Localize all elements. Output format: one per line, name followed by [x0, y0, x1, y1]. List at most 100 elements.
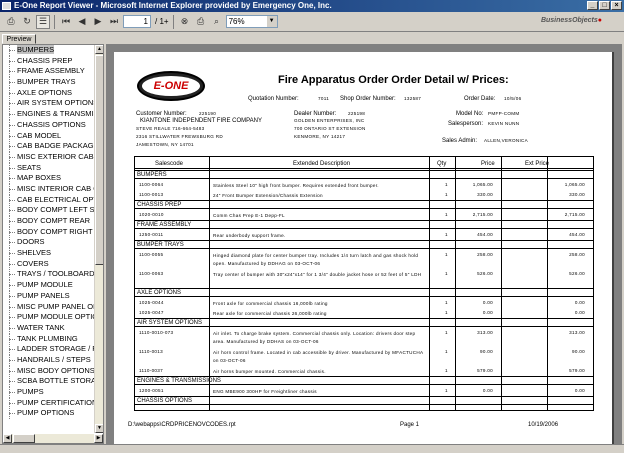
export-icon[interactable]: ⎙	[4, 15, 18, 29]
group-tree-item[interactable]: WATER TANK	[3, 322, 95, 334]
group-tree-item[interactable]: DOORS	[3, 237, 95, 249]
group-tree-item-label: PUMPS	[17, 387, 44, 396]
group-tree-item[interactable]: COVERS	[3, 258, 95, 270]
scroll-up-icon[interactable]: ▲	[95, 45, 103, 54]
table-section-header: BUMPERS	[135, 170, 593, 179]
table-row: 1100-0055 Hinged diamond plate for center…	[135, 250, 593, 269]
group-tree-hscrollbar[interactable]: ◀ ▶	[3, 434, 103, 443]
group-tree-item[interactable]: TRAYS / TOOLBOARDS	[3, 269, 95, 281]
shop-order-label: Shop Order Number:	[340, 96, 396, 102]
group-tree-item[interactable]: CAB ELECTRICAL OPT	[3, 194, 95, 206]
group-tree-item-label: MISC EXTERIOR CAB C	[17, 151, 95, 161]
group-tree-item[interactable]: CAB MODEL	[3, 130, 95, 142]
group-tree-item[interactable]: BODY COMPT LEFT SID	[3, 205, 95, 216]
group-tree-item[interactable]: MISC INTERIOR CAB O	[3, 183, 95, 195]
customer-name: KIANTONE INDEPENDENT FIRE COMPANY	[140, 118, 263, 124]
next-page-icon[interactable]: ▶	[91, 15, 105, 29]
group-tree-item-label: AIR SYSTEM OPTIONS	[17, 98, 95, 108]
group-tree-item[interactable]: PUMP MODULE OPTIO	[3, 312, 95, 323]
cell-qty: 1	[445, 271, 448, 276]
group-tree-item[interactable]: BUMPER TRAYS	[3, 77, 95, 88]
cell-qty: 1	[445, 330, 448, 335]
group-tree-item-label: MISC INTERIOR CAB O	[17, 183, 95, 193]
group-tree-item-label: PUMP OPTIONS	[17, 408, 75, 418]
cell-ext-price: 2,715.00	[564, 212, 585, 217]
group-tree-item[interactable]: AIR SYSTEM OPTIONS	[3, 98, 95, 110]
footer-path: D:\webapps\CRDPRICENOVCODES.rpt	[128, 422, 236, 428]
prev-page-icon[interactable]: ◀	[75, 15, 89, 29]
group-tree-item[interactable]: SEATS	[3, 162, 95, 174]
cell-salescode: 1100-0055	[139, 252, 164, 257]
print-icon[interactable]: ⎙	[194, 15, 208, 29]
group-tree-toggle-icon[interactable]: ☰	[36, 14, 50, 29]
group-tree-item[interactable]: PUMPS	[3, 387, 95, 398]
cell-qty: 1	[445, 349, 448, 354]
search-icon[interactable]: ⌕	[210, 15, 224, 29]
group-tree-item[interactable]: ENGINES & TRANSMIS	[3, 109, 95, 120]
group-tree-item[interactable]: CAB BADGE PACKAGE	[3, 141, 95, 152]
scroll-thumb[interactable]	[13, 434, 35, 443]
table-row: 1100-0013 24" Front Bumper Extension/Chas…	[135, 190, 593, 200]
first-page-icon[interactable]: ⏮	[59, 15, 73, 29]
group-tree-item[interactable]: SCBA BOTTLE STORAG	[3, 376, 95, 387]
cell-ext-price: 526.00	[569, 271, 585, 276]
group-tree-item[interactable]: TANK PLUMBING	[3, 333, 95, 345]
order-detail-table: Salescode Extended Description Qty Price…	[134, 156, 594, 411]
page-number-input[interactable]: 1	[123, 15, 151, 28]
tab-preview[interactable]: Preview	[2, 34, 36, 44]
group-tree-item[interactable]: MAP BOXES	[3, 173, 95, 184]
cell-ext-price: 90.00	[572, 349, 585, 354]
scroll-thumb[interactable]	[95, 55, 103, 265]
group-tree-item-label: BODY COMPT RIGHT S	[17, 226, 95, 236]
group-tree-vscrollbar[interactable]: ▲ ▼	[94, 45, 103, 433]
group-tree-item-label: TRAYS / TOOLBOARDS	[17, 269, 95, 279]
minimize-button[interactable]: _	[587, 1, 598, 10]
scroll-left-icon[interactable]: ◀	[3, 434, 12, 443]
group-tree-item[interactable]: AXLE OPTIONS	[3, 87, 95, 99]
cell-qty: 1	[445, 182, 448, 187]
scroll-down-icon[interactable]: ▼	[95, 424, 103, 433]
stop-icon[interactable]: ⊗	[178, 15, 192, 29]
refresh-icon[interactable]: ↻	[20, 15, 34, 29]
zoom-select[interactable]: 76% ▼	[225, 15, 278, 28]
group-tree-item[interactable]: CHASSIS PREP	[3, 55, 95, 67]
maximize-button[interactable]: □	[599, 1, 610, 10]
cell-description: Front axle for commercial chassis 16,000…	[213, 301, 328, 306]
group-tree-item[interactable]: PUMP PANELS	[3, 290, 95, 302]
e-one-logo: E-ONE	[137, 71, 205, 101]
group-tree-item[interactable]: PUMP MODULE	[3, 280, 95, 291]
group-tree-item[interactable]: FRAME ASSEMBLY	[3, 66, 95, 78]
cell-salescode: 1100-0063	[139, 271, 164, 276]
group-tree-item[interactable]: LADDER STORAGE / R	[3, 344, 95, 355]
group-tree-item-label: COVERS	[17, 258, 49, 268]
group-tree-item[interactable]: PUMP OPTIONS	[3, 408, 95, 420]
group-tree-item[interactable]: MISC BODY OPTIONS	[3, 365, 95, 377]
group-tree-item-label: HANDRAILS / STEPS	[17, 354, 91, 364]
group-tree-item[interactable]: MISC EXTERIOR CAB C	[3, 151, 95, 163]
group-tree-item[interactable]: BODY COMPT RIGHT S	[3, 226, 95, 238]
col-salescode: Salescode	[155, 161, 184, 167]
cell-salescode: 1100-0064	[139, 182, 164, 187]
table-row: 1110-0013 Air horn control frame. Located…	[135, 347, 593, 366]
report-page: E-ONE Fire Apparatus Order Order Detail …	[114, 52, 614, 444]
group-tree-item[interactable]: SHELVES	[3, 248, 95, 259]
group-tree-item[interactable]: CHASSIS OPTIONS	[3, 119, 95, 131]
close-button[interactable]: ×	[611, 1, 622, 10]
sales-admin-label: Sales Admin:	[442, 138, 478, 144]
customer-value: 225190	[199, 111, 217, 116]
group-tree-item[interactable]: HANDRAILS / STEPS	[3, 354, 95, 366]
cell-ext-price: 0.00	[574, 310, 585, 315]
cell-qty: 1	[445, 232, 448, 237]
group-tree-item[interactable]: BODY COMPT REAR	[3, 216, 95, 227]
group-tree-item[interactable]: MISC PUMP PANEL OP	[3, 301, 95, 313]
cell-description: Air horns bumper mounted. Commercial cha…	[213, 369, 326, 374]
group-tree-item[interactable]: PUMP CERTIFICATION	[3, 397, 95, 409]
scroll-right-icon[interactable]: ▶	[94, 434, 103, 443]
cell-description: Stainless Steel 10" high front bumper. R…	[213, 183, 379, 188]
cell-qty: 1	[445, 252, 448, 257]
col-description: Extended Description	[293, 161, 351, 167]
cell-qty: 1	[445, 192, 448, 197]
window-title: E-One Report Viewer - Microsoft Internet…	[14, 1, 332, 10]
last-page-icon[interactable]: ⏭	[107, 15, 121, 29]
group-tree-item[interactable]: BUMPERS	[3, 45, 95, 56]
